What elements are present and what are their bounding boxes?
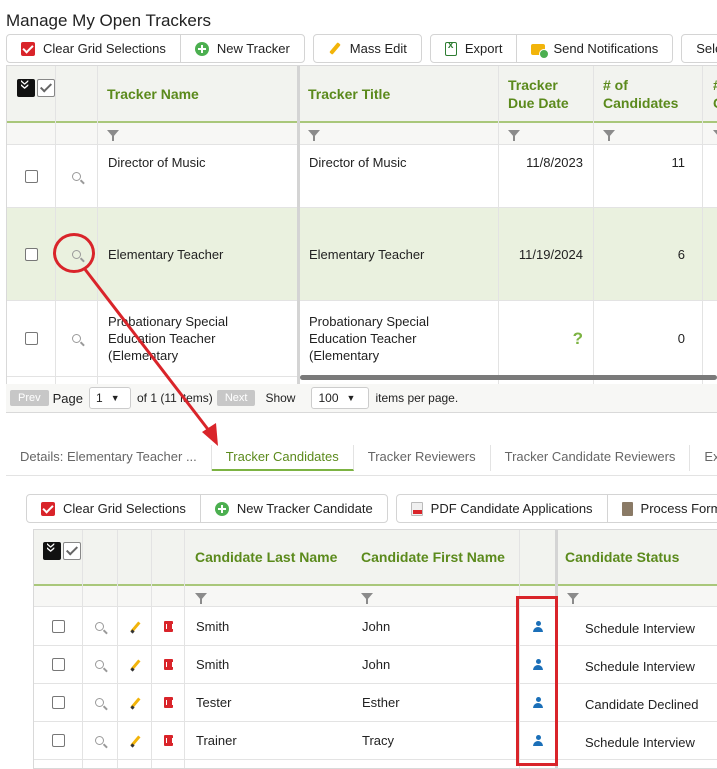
annotation-arrow: [82, 267, 218, 446]
